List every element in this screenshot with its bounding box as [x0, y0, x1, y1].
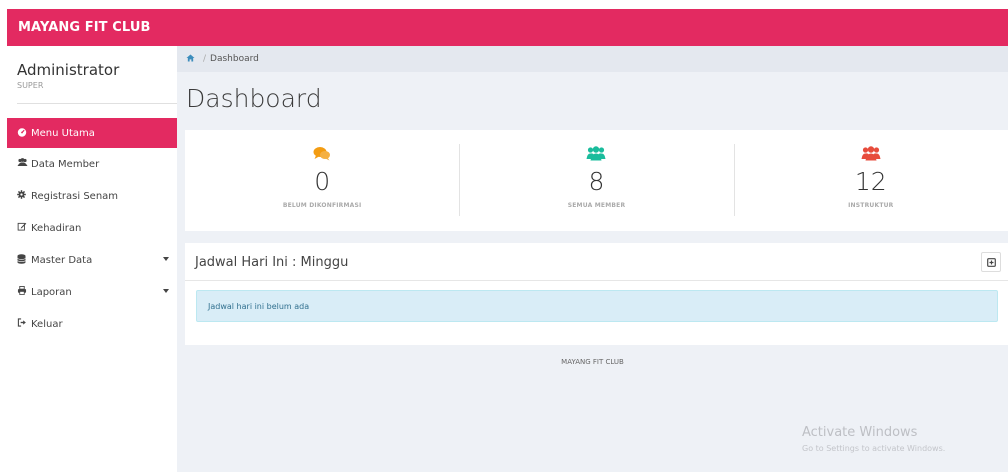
stat-label: BELUM DIKONFIRMASI — [282, 202, 362, 209]
sidebar-divider — [17, 103, 177, 104]
comments-icon — [185, 146, 459, 162]
caret-down-icon — [163, 289, 169, 293]
panel-header: Jadwal Hari Ini : Minggu — [185, 243, 1008, 281]
expand-icon — [986, 257, 996, 267]
breadcrumb-separator: / — [203, 54, 207, 64]
sidebar-item-label: Menu Utama — [31, 127, 95, 139]
edit-icon — [17, 222, 31, 234]
sidebar-item-menu-utama[interactable]: Menu Utama — [7, 118, 177, 148]
footer-text: MAYANG FIT CLUB — [561, 358, 624, 366]
stat-value: 12 — [854, 167, 887, 196]
stat-value: 8 — [588, 167, 605, 196]
stat-instructors: 12 INSTRUKTUR — [733, 130, 1008, 231]
sidebar-item-label: Laporan — [31, 286, 72, 298]
user-name: Administrator — [17, 61, 120, 79]
stat-label: INSTRUKTUR — [848, 202, 894, 209]
expand-panel-button[interactable] — [981, 252, 1001, 272]
breadcrumb: / Dashboard — [177, 46, 1008, 72]
breadcrumb-current: Dashboard — [210, 54, 259, 64]
stats-panel: 0 BELUM DIKONFIRMASI 8 SEMUA MEMBER 12 I… — [185, 130, 1008, 231]
users-icon — [734, 146, 1008, 162]
database-icon — [17, 253, 31, 267]
sidebar-item-label: Master Data — [31, 254, 93, 266]
sidebar-item-registrasi-senam[interactable]: Registrasi Senam — [7, 180, 177, 212]
sidebar-item-kehadiran[interactable]: Kehadiran — [7, 212, 177, 244]
top-navbar: MAYANG FIT CLUB — [7, 9, 1008, 46]
sign-out-icon — [17, 318, 31, 330]
sidebar-item-data-member[interactable]: Data Member — [7, 148, 177, 180]
brand-logo-text[interactable]: MAYANG FIT CLUB — [18, 20, 151, 35]
stat-members: 8 SEMUA MEMBER — [459, 130, 733, 231]
empty-schedule-alert: Jadwal hari ini belum ada — [196, 290, 998, 322]
sidebar-item-label: Data Member — [31, 158, 100, 170]
print-icon — [17, 286, 31, 298]
panel-title: Jadwal Hari Ini : Minggu — [195, 255, 349, 270]
stat-pending: 0 BELUM DIKONFIRMASI — [185, 130, 459, 231]
caret-down-icon — [163, 257, 169, 261]
sidebar-item-label: Registrasi Senam — [31, 190, 119, 202]
sidebar-item-keluar[interactable]: Keluar — [7, 308, 177, 340]
stat-value: 0 — [314, 167, 331, 196]
sidebar-item-label: Kehadiran — [31, 222, 82, 234]
home-icon[interactable] — [186, 53, 195, 65]
stat-label: SEMUA MEMBER — [567, 202, 626, 209]
sidebar-item-laporan[interactable]: Laporan — [7, 276, 177, 308]
schedule-panel: Jadwal Hari Ini : Minggu Jadwal hari ini… — [185, 243, 1008, 345]
page-title: Dashboard — [186, 84, 322, 113]
main-content: / Dashboard Dashboard 0 BELUM DIKONFIRMA… — [177, 46, 1008, 472]
dashboard-icon — [17, 127, 31, 140]
activation-watermark-title: Activate Windows — [802, 425, 918, 440]
users-icon — [17, 158, 31, 170]
sidebar: Administrator SUPER Menu Utama Data Memb… — [7, 46, 177, 472]
gear-icon — [17, 190, 31, 202]
activation-watermark-subtitle: Go to Settings to activate Windows. — [802, 444, 946, 453]
sidebar-item-label: Keluar — [31, 318, 63, 330]
users-icon — [459, 146, 733, 162]
sidebar-menu: Menu Utama Data Member Registrasi Senam … — [7, 118, 177, 340]
sidebar-item-master-data[interactable]: Master Data — [7, 244, 177, 276]
user-role: SUPER — [17, 81, 44, 90]
